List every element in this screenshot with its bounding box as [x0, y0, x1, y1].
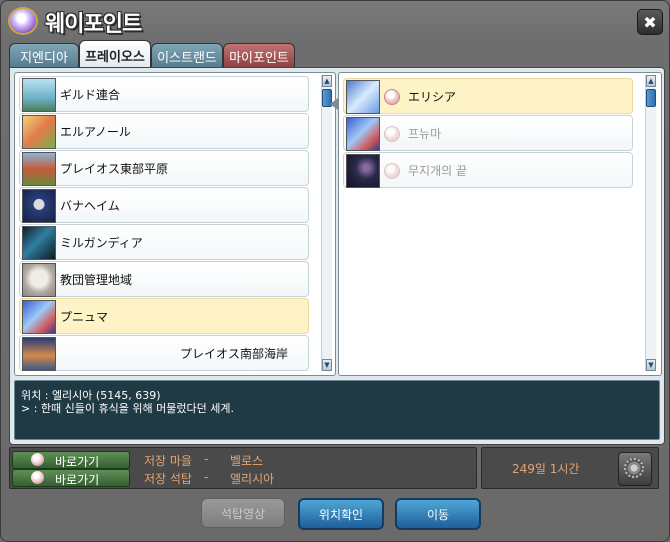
region-label: プニュマ	[60, 310, 109, 324]
goto-label: 바로가기	[55, 455, 100, 469]
waypoint-label: 무지개의 끝	[408, 164, 468, 178]
saved-stone-dash: -	[204, 470, 209, 484]
selection-pointer-icon	[330, 98, 338, 110]
stone-icon	[384, 126, 400, 142]
saved-town-dash: -	[204, 452, 209, 466]
saved-stone-label: 저장 석탑	[144, 472, 192, 486]
waypoint-label: 프뉴마	[408, 127, 442, 141]
elanor-thumb	[22, 115, 56, 149]
waypoint-content: ギルド連合 エルアノール プレイオス東部平原 バナヘイム ミルガンディア 教団管…	[9, 67, 665, 445]
goto-town-button[interactable]: 바로가기	[12, 451, 130, 469]
region-label: バナヘイム	[60, 199, 120, 213]
tab-eastland[interactable]: 이스트랜드	[151, 43, 223, 68]
cult-managed-area-thumb	[22, 263, 56, 297]
scroll-thumb[interactable]	[646, 89, 656, 107]
stone-video-button[interactable]: 석탑영상	[201, 498, 285, 528]
region-list-scrollbar[interactable]: ▲ ▼	[321, 75, 332, 371]
preios-south-coast-thumb	[22, 337, 56, 371]
goto-stone-button[interactable]: 바로가기	[12, 469, 130, 487]
pneuma-wp-thumb	[346, 117, 380, 151]
region-list: ギルド連合 エルアノール プレイオス東部平原 バナヘイム ミルガンディア 教団管…	[14, 72, 336, 376]
check-location-button[interactable]: 위치확인	[298, 498, 384, 530]
region-label: プレイオス東部平原	[60, 162, 169, 176]
region-item-milgandia[interactable]: ミルガンディア	[19, 224, 309, 260]
waypoint-item-elisia[interactable]: エリシア	[343, 78, 633, 114]
region-item-guild-union[interactable]: ギルド連合	[19, 76, 309, 112]
vanaheim-thumb	[22, 189, 56, 223]
region-item-vanaheim[interactable]: バナヘイム	[19, 187, 309, 223]
region-item-preios-south-coast[interactable]: プレイオス南部海岸	[19, 335, 309, 371]
stone-icon	[384, 163, 400, 179]
region-label: エルアノール	[60, 125, 131, 139]
region-item-pneuma[interactable]: プニュマ	[19, 298, 309, 334]
stone-icon	[31, 471, 44, 484]
waypoint-list: エリシア 프뉴마 무지개의 끝 ▲ ▼	[338, 72, 662, 376]
title-bar[interactable]: 웨이포인트 ✖	[1, 1, 669, 39]
stone-icon	[31, 453, 44, 466]
waypoint-window: 웨이포인트 ✖ 지엔디아 이스트랜드 마이포인트 프레이오스 ギルド連合 エルア…	[0, 0, 670, 542]
time-remaining: 249일 1시간	[512, 462, 580, 476]
scroll-down-icon[interactable]: ▼	[322, 359, 332, 371]
milgandia-thumb	[22, 226, 56, 260]
region-label: ギルド連合	[60, 88, 121, 102]
waypoint-list-scrollbar[interactable]: ▲ ▼	[645, 75, 656, 371]
scroll-up-icon[interactable]: ▲	[646, 75, 656, 87]
region-item-elanor[interactable]: エルアノール	[19, 113, 309, 149]
region-label: ミルガンディア	[60, 236, 143, 250]
tab-my-point[interactable]: 마이포인트	[223, 43, 295, 68]
waypoint-orb-icon	[8, 7, 38, 35]
window-title: 웨이포인트	[45, 12, 142, 37]
description-line: > : 한때 신들이 휴식을 위해 머물렀다던 세계.	[21, 402, 234, 415]
elisia-thumb	[346, 80, 380, 114]
move-button[interactable]: 이동	[395, 498, 481, 530]
preios-east-plain-thumb	[22, 152, 56, 186]
goto-label: 바로가기	[55, 473, 100, 487]
region-item-preios-east-plain[interactable]: プレイオス東部平原	[19, 150, 309, 186]
waypoint-item-rainbow-end[interactable]: 무지개의 끝	[343, 152, 633, 188]
location-info-box: 위치 : 엘리시아 (5145, 639) > : 한때 신들이 휴식을 위해 …	[14, 380, 660, 440]
waypoint-item-pneuma[interactable]: 프뉴마	[343, 115, 633, 151]
region-label: 教団管理地域	[60, 273, 133, 287]
pneuma-thumb	[22, 300, 56, 334]
tab-preios[interactable]: 프레이오스	[79, 40, 151, 69]
saved-stone-value: 엘리시아	[230, 472, 275, 486]
region-label: プレイオス南部海岸	[179, 347, 288, 361]
saved-town-value: 벨로스	[230, 454, 264, 468]
guild-union-thumb	[22, 78, 56, 112]
scroll-down-icon[interactable]: ▼	[646, 359, 656, 371]
region-item-cult-managed-area[interactable]: 教団管理地域	[19, 261, 309, 297]
tab-zendia[interactable]: 지엔디아	[9, 43, 79, 68]
close-button[interactable]: ✖	[637, 9, 663, 35]
saved-location-panel: 바로가기 바로가기 저장 마을 - 벨로스 저장 석탑 - 엘리시아	[9, 447, 477, 489]
rainbow-end-thumb	[346, 154, 380, 188]
waypoint-label: エリシア	[408, 90, 457, 104]
saved-town-label: 저장 마을	[144, 454, 192, 468]
scroll-up-icon[interactable]: ▲	[322, 75, 332, 87]
time-remaining-panel: 249일 1시간	[481, 447, 659, 489]
gear-icon[interactable]	[618, 452, 652, 486]
stone-icon	[384, 89, 400, 105]
